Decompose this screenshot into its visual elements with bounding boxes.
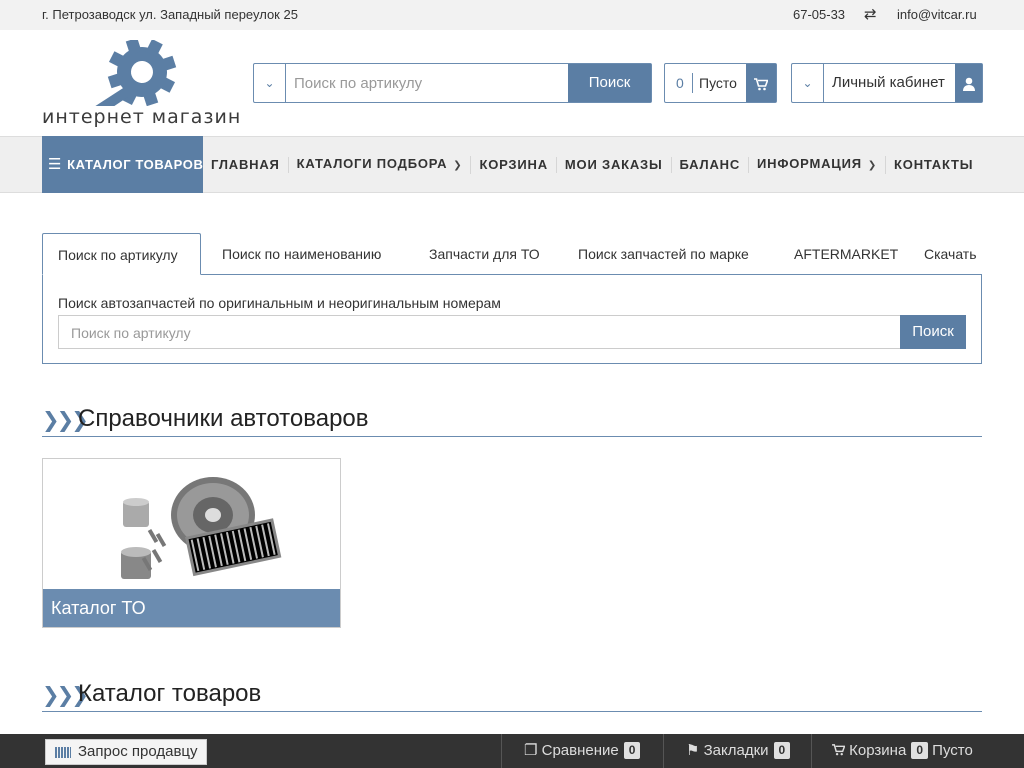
bookmarks-count-badge: 0 bbox=[773, 742, 791, 759]
nav-label: МОИ ЗАКАЗЫ bbox=[564, 156, 663, 172]
nav-item-orders[interactable]: МОИ ЗАКАЗЫ bbox=[557, 156, 672, 173]
seller-request-label: Запрос продавцу bbox=[78, 743, 198, 760]
account-dropdown[interactable]: ⌄ bbox=[792, 64, 824, 102]
footer-cart-label: Корзина bbox=[849, 742, 907, 759]
compare-label: Сравнение bbox=[541, 742, 619, 759]
article-search-button[interactable]: Поиск bbox=[900, 315, 966, 349]
store-phone[interactable]: 67-05-33 bbox=[793, 7, 845, 22]
barcode-icon bbox=[55, 746, 71, 758]
cart-icon bbox=[832, 742, 849, 759]
menu-bars-icon: ☰ bbox=[48, 156, 63, 173]
search-tab-panel: Поиск автозапчастей по оригинальным и не… bbox=[42, 274, 982, 364]
nav-item-cart[interactable]: КОРЗИНА bbox=[471, 156, 557, 173]
article-search-box: Поиск bbox=[58, 315, 966, 349]
account-label: Личный кабинет bbox=[832, 74, 945, 91]
swap-arrows-icon: ⇄ bbox=[864, 6, 877, 23]
compare-count-badge: 0 bbox=[623, 742, 641, 759]
tab-brand-search[interactable]: Поиск запчастей по марке bbox=[578, 233, 749, 275]
search-type-dropdown[interactable]: ⌄ bbox=[254, 64, 286, 102]
cart-icon[interactable] bbox=[746, 64, 776, 102]
logo-text: интернет магазин bbox=[42, 106, 242, 128]
auto-parts-image bbox=[121, 477, 282, 579]
catalog-label: КАТАЛОГ ТОВАРОВ bbox=[67, 157, 204, 172]
nav-label: КАТАЛОГИ ПОДБОРА bbox=[296, 155, 448, 171]
tab-download[interactable]: Скачать bbox=[924, 233, 977, 275]
search-tabs: Поиск по артикулу Поиск по наименованию … bbox=[42, 233, 982, 275]
search-description: Поиск автозапчастей по оригинальным и не… bbox=[58, 295, 501, 311]
tab-aftermarket[interactable]: AFTERMARKET bbox=[794, 233, 898, 275]
section-title: Справочники автотоваров bbox=[78, 405, 369, 432]
bookmarks-label: Закладки bbox=[703, 742, 769, 759]
section-title: Каталог товаров bbox=[78, 680, 262, 707]
bookmark-icon: ⚑ bbox=[686, 742, 700, 759]
section-heading-catalog: ❯❯❯ Каталог товаров bbox=[42, 680, 982, 712]
tab-maintenance-parts[interactable]: Запчасти для ТО bbox=[429, 233, 540, 275]
copy-icon: ❐ bbox=[524, 742, 538, 759]
cart-status: Пусто bbox=[699, 75, 737, 91]
main-nav: ☰ КАТАЛОГ ТОВАРОВ ГЛАВНАЯ КАТАЛОГИ ПОДБОР… bbox=[0, 136, 1024, 193]
store-email[interactable]: info@vitcar.ru bbox=[897, 7, 977, 22]
bookmarks-link[interactable]: ⚑ Закладки 0 bbox=[663, 734, 811, 768]
bottom-toolbar: Запрос продавцу ❐ Сравнение 0 ⚑ Закладки 0… bbox=[0, 734, 1024, 768]
nav-item-catalogs[interactable]: КАТАЛОГИ ПОДБОРА ❯ bbox=[289, 155, 472, 174]
nav-item-info[interactable]: ИНФОРМАЦИЯ ❯ bbox=[749, 155, 887, 174]
nav-label: КОРЗИНА bbox=[479, 156, 548, 172]
header-search-button[interactable]: Поиск bbox=[568, 64, 651, 102]
cart-count: 0 bbox=[676, 75, 684, 91]
header-search-input[interactable] bbox=[294, 72, 564, 94]
tab-name-search[interactable]: Поиск по наименованию bbox=[222, 233, 381, 275]
gear-logo-icon bbox=[69, 37, 177, 131]
catalog-card[interactable]: Каталог ТО bbox=[42, 458, 341, 628]
store-address: г. Петрозаводск ул. Западный переулок 25 bbox=[42, 7, 298, 22]
chevron-down-icon: ⌄ bbox=[264, 76, 275, 90]
chevron-down-icon: ❯ bbox=[453, 159, 463, 171]
nav-label: ИНФОРМАЦИЯ bbox=[757, 155, 862, 171]
header-cart[interactable]: 0 Пусто bbox=[664, 63, 777, 103]
nav-label: КОНТАКТЫ bbox=[894, 156, 974, 172]
user-icon[interactable] bbox=[955, 64, 982, 102]
footer-cart-status: Пусто bbox=[932, 742, 973, 759]
seller-request-button[interactable]: Запрос продавцу bbox=[45, 739, 207, 765]
nav-item-contacts[interactable]: КОНТАКТЫ bbox=[886, 157, 981, 173]
footer-cart-link[interactable]: Корзина 0 Пусто bbox=[811, 734, 1024, 768]
compare-link[interactable]: ❐ Сравнение 0 bbox=[501, 734, 663, 768]
nav-list: ГЛАВНАЯ КАТАЛОГИ ПОДБОРА ❯ КОРЗИНА МОИ ЗА… bbox=[203, 137, 981, 192]
nav-label: БАЛАНС bbox=[679, 156, 741, 172]
nav-label: ГЛАВНАЯ bbox=[211, 156, 280, 172]
catalog-menu-button[interactable]: ☰ КАТАЛОГ ТОВАРОВ bbox=[42, 136, 203, 193]
chevron-down-icon: ⌄ bbox=[802, 76, 813, 90]
nav-item-balance[interactable]: БАЛАНС bbox=[672, 156, 750, 173]
footer-cart-count-badge: 0 bbox=[911, 742, 928, 759]
nav-item-home[interactable]: ГЛАВНАЯ bbox=[203, 156, 289, 173]
article-search-input[interactable] bbox=[71, 323, 871, 343]
section-heading-references: ❯❯❯ Справочники автотоваров bbox=[42, 405, 982, 437]
cart-divider bbox=[692, 73, 693, 93]
chevron-down-icon: ❯ bbox=[867, 159, 878, 171]
account-menu[interactable]: ⌄ Личный кабинет bbox=[791, 63, 983, 103]
top-bar: г. Петрозаводск ул. Западный переулок 25… bbox=[0, 0, 1024, 30]
tab-article-search[interactable]: Поиск по артикулу bbox=[42, 233, 201, 275]
catalog-card-caption: Каталог ТО bbox=[43, 589, 340, 627]
site-logo[interactable]: интернет магазин bbox=[42, 37, 242, 131]
header-search: ⌄ Поиск bbox=[253, 63, 652, 103]
